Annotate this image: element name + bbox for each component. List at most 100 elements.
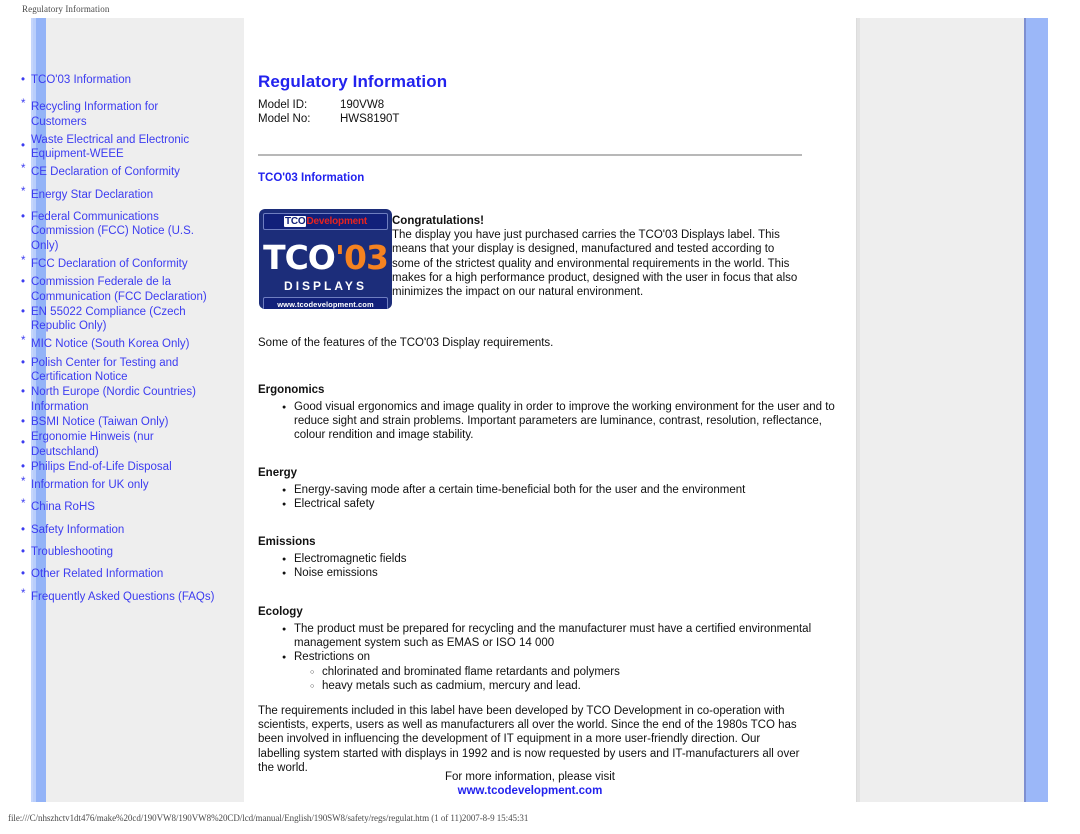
document-page: • TCO'03 Information * Recycling Informatio… — [0, 18, 1080, 802]
sidebar-item-label: EN 55022 Compliance (Czech Republic Only… — [31, 305, 186, 333]
list-item: Noise emissions — [282, 566, 842, 581]
page-title: Regulatory Information — [258, 72, 448, 92]
tco-year-wordmark: TCO '03 — [263, 233, 389, 281]
sidebar-item-18[interactable]: • Troubleshooting — [20, 545, 216, 559]
section-title-tco: TCO'03 Information — [258, 171, 365, 184]
sidebar-item-label: Frequently Asked Questions (FAQs) — [31, 590, 215, 603]
sidebar-item-13[interactable]: • Ergonomie Hinweis (nur Deutschland) — [20, 430, 216, 459]
sidebar-item-label: Polish Center for Testing and Certificat… — [31, 356, 179, 384]
bullet-icon: • — [21, 386, 26, 399]
tcodevelopment-link[interactable]: www.tcodevelopment.com — [258, 784, 802, 798]
subheading-emissions: Emissions — [258, 535, 316, 548]
list-emissions: Electromagnetic fieldsNoise emissions — [256, 552, 842, 581]
sidebar-item-label: FCC Declaration of Conformity — [31, 257, 188, 270]
sidebar-item-14[interactable]: • Philips End-of-Life Disposal — [20, 460, 216, 474]
print-footer-path: file:///C/nhszhctv1dt476/make%20cd/190VW… — [8, 813, 529, 823]
sidebar-item-3[interactable]: * CE Declaration of Conformity — [20, 163, 216, 179]
sidebar-item-label: North Europe (Nordic Countries) Informat… — [31, 386, 196, 413]
congratulations-block: Congratulations! The display you have ju… — [392, 214, 802, 299]
sidebar-item-label: Information for UK only — [31, 479, 149, 492]
tco-big-text: TCO — [263, 237, 336, 277]
tco-wordmark: TCO — [283, 216, 307, 227]
bullet-icon: * — [21, 185, 26, 198]
sub-list: chlorinated and brominated flame retarda… — [294, 665, 842, 694]
bullet-icon: * — [21, 254, 26, 267]
table-row: Model ID: 190VW8 — [258, 98, 399, 112]
sidebar-item-label: TCO'03 Information — [31, 74, 131, 86]
bullet-icon: * — [21, 335, 26, 348]
sidebar-item-15[interactable]: * Information for UK only — [20, 476, 216, 492]
sidebar-item-5[interactable]: • Federal Communications Commission (FCC)… — [20, 210, 216, 253]
sidebar-item-label: BSMI Notice (Taiwan Only) — [31, 415, 169, 428]
sidebar-item-1[interactable]: * Recycling Information for Customers — [20, 98, 216, 129]
sidebar-item-label: China RoHS — [31, 501, 95, 514]
sidebar-item-label: Federal Communications Commission (FCC) … — [31, 211, 194, 252]
main-content: Regulatory Information Model ID: 190VW8 … — [256, 18, 835, 802]
bullet-icon: • — [21, 523, 26, 536]
bullet-icon: * — [21, 498, 26, 511]
list-item: Electromagnetic fields — [282, 552, 842, 567]
sidebar-item-17[interactable]: • Safety Information — [20, 523, 216, 537]
list-item: The product must be prepared for recycli… — [282, 622, 842, 650]
bullet-icon: • — [21, 276, 26, 289]
list-item: Electrical safety — [282, 497, 842, 512]
congratulations-body: The display you have just purchased carr… — [392, 229, 798, 299]
list-ecology: The product must be prepared for recycli… — [256, 622, 842, 694]
tco-logo-url: www.tcodevelopment.com — [263, 297, 388, 309]
sidebar-item-7[interactable]: • Commission Federale de la Communication… — [20, 275, 216, 304]
sidebar-item-label: Safety Information — [31, 523, 125, 536]
list-energy: Energy-saving mode after a certain time-… — [256, 483, 842, 512]
sidebar-item-label: Troubleshooting — [31, 546, 114, 559]
horizontal-divider — [258, 154, 802, 156]
bullet-icon: * — [21, 476, 26, 489]
bullet-icon: * — [21, 98, 26, 111]
sub-list-item: chlorinated and brominated flame retarda… — [310, 665, 842, 680]
sidebar-item-19[interactable]: • Other Related Information — [20, 567, 216, 581]
development-wordmark: Development — [306, 216, 368, 227]
subheading-ergonomics: Ergonomics — [258, 383, 325, 396]
sidebar-item-20[interactable]: * Frequently Asked Questions (FAQs) — [20, 588, 216, 604]
sidebar-item-16[interactable]: * China RoHS — [20, 498, 216, 514]
sidebar-item-label: Commission Federale de la Communication … — [31, 276, 207, 303]
print-header-title: Regulatory Information — [22, 4, 110, 14]
sidebar-item-2[interactable]: • Waste Electrical and Electronic Equipme… — [20, 133, 216, 162]
sidebar-item-11[interactable]: • North Europe (Nordic Countries) Informa… — [20, 385, 216, 414]
bullet-icon: • — [21, 460, 26, 473]
visit-label: For more information, please visit — [444, 771, 615, 783]
sidebar-item-label: Energy Star Declaration — [31, 188, 154, 201]
model-id-label: Model ID: — [258, 99, 308, 111]
model-info-table: Model ID: 190VW8 Model No: HWS8190T — [258, 98, 399, 126]
right-panel — [856, 18, 1046, 802]
right-panel-accent-rail — [1024, 18, 1048, 802]
list-ergonomics: Good visual ergonomics and image quality… — [256, 400, 842, 443]
bullet-icon: • — [21, 546, 26, 559]
model-id-value: 190VW8 — [340, 99, 385, 111]
list-item: Restrictions onchlorinated and brominate… — [282, 650, 842, 694]
sub-list-item: heavy metals such as cadmium, mercury an… — [310, 679, 842, 694]
sidebar-item-0[interactable]: • TCO'03 Information — [20, 73, 216, 87]
bullet-icon: • — [21, 415, 26, 428]
list-item: Good visual ergonomics and image quality… — [282, 400, 842, 443]
bullet-icon: • — [21, 74, 26, 86]
bullet-icon: • — [21, 568, 26, 581]
bullet-icon: • — [21, 211, 26, 224]
sidebar-item-label: Other Related Information — [31, 568, 164, 581]
features-intro-text: Some of the features of the TCO'03 Displ… — [258, 337, 554, 349]
model-no-value: HWS8190T — [340, 113, 400, 125]
sidebar-item-12[interactable]: • BSMI Notice (Taiwan Only) — [20, 415, 216, 429]
bullet-icon: • — [21, 356, 26, 369]
model-no-label: Model No: — [258, 113, 311, 125]
sidebar-item-4[interactable]: * Energy Star Declaration — [20, 185, 216, 202]
sidebar-item-label: Ergonomie Hinweis (nur Deutschland) — [31, 431, 154, 458]
visit-block: For more information, please visit www.t… — [258, 770, 802, 798]
sidebar-item-9[interactable]: * MIC Notice (South Korea Only) — [20, 335, 216, 351]
sidebar-nav-list: • TCO'03 Information * Recycling Informatio… — [20, 60, 216, 604]
displays-wordmark: DISPLAYS — [284, 279, 367, 293]
right-panel-left-edge — [856, 18, 860, 802]
sidebar-item-10[interactable]: • Polish Center for Testing and Certifica… — [20, 356, 216, 385]
sidebar-item-8[interactable]: • EN 55022 Compliance (Czech Republic Onl… — [20, 305, 216, 334]
bullet-icon: • — [21, 305, 26, 318]
sidebar-item-6[interactable]: * FCC Declaration of Conformity — [20, 254, 216, 271]
sidebar-item-label: CE Declaration of Conformity — [31, 166, 180, 179]
congratulations-heading: Congratulations! — [392, 215, 484, 227]
